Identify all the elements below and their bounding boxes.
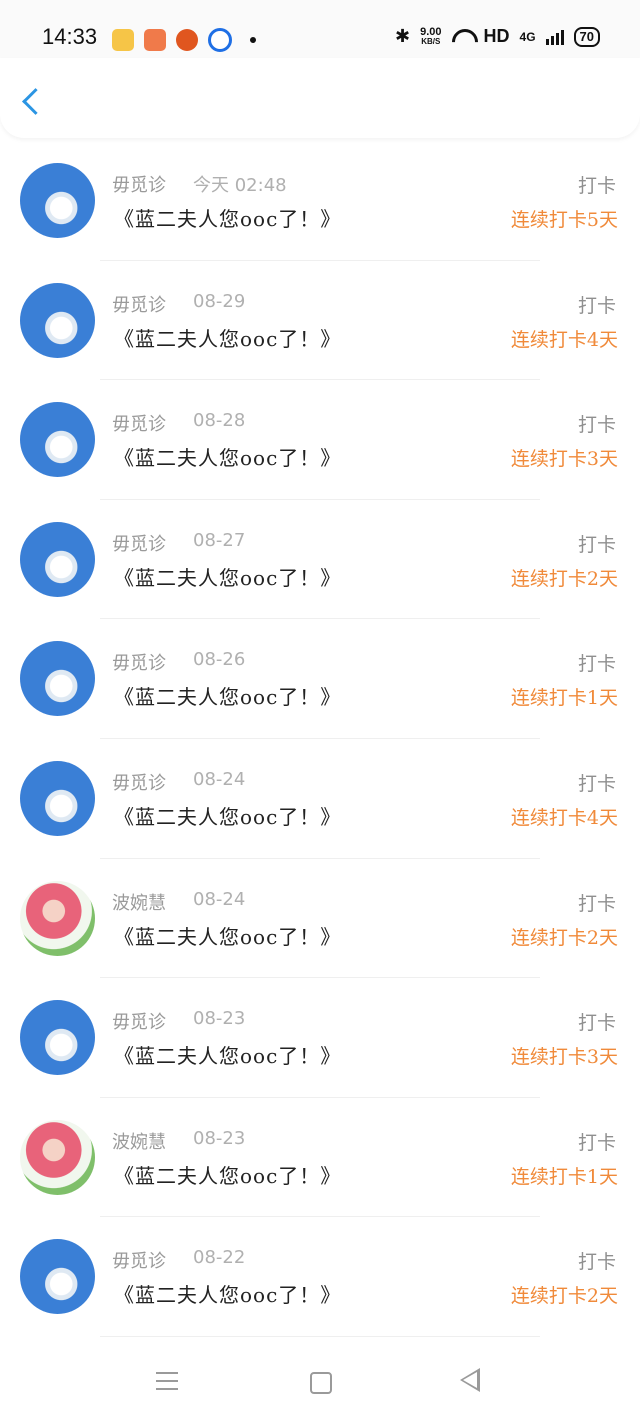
list-item[interactable]: 毋觅诊 08-29 《蓝二夫人您ooc了！》 打卡 连续打卡4天 [0, 261, 640, 381]
list-item[interactable]: 毋觅诊 08-23 《蓝二夫人您ooc了！》 打卡 连续打卡3天 [0, 978, 640, 1098]
back-icon[interactable] [22, 88, 49, 115]
streak-label: 连续打卡3天 [510, 448, 618, 471]
streak-label: 连续打卡2天 [510, 926, 618, 949]
qq-icon [208, 28, 232, 52]
username[interactable]: 毋觅诊 [112, 769, 166, 795]
list-item[interactable]: 毋觅诊 08-26 《蓝二夫人您ooc了！》 打卡 连续打卡1天 [0, 619, 640, 739]
post-date: 08-26 [193, 649, 246, 671]
avatar[interactable] [20, 760, 95, 836]
username[interactable]: 毋觅诊 [112, 530, 166, 556]
status-indicators: ✱ 9.00 KB/S HD 4G 70 [395, 26, 600, 47]
signal-type: 4G [519, 29, 536, 44]
avatar[interactable] [20, 1119, 95, 1195]
username[interactable]: 毋觅诊 [112, 649, 166, 675]
streak-label: 连续打卡1天 [510, 1165, 618, 1188]
list-item[interactable]: 毋觅诊 08-27 《蓝二夫人您ooc了！》 打卡 连续打卡2天 [0, 500, 640, 620]
post-date: 08-28 [193, 410, 246, 432]
checkin-label: 打卡 [577, 653, 616, 676]
more-notifications-dot-icon [250, 37, 256, 43]
post-date: 08-23 [193, 1127, 246, 1149]
book-title[interactable]: 《蓝二夫人您ooc了！》 [114, 1279, 341, 1308]
shopping-app-icon [144, 29, 166, 51]
network-speed-value: 9.00 [420, 25, 442, 38]
system-navigation-bar [0, 1340, 640, 1422]
list-item[interactable]: 毋觅诊 08-22 《蓝二夫人您ooc了！》 打卡 连续打卡2天 [0, 1217, 640, 1337]
book-title[interactable]: 《蓝二夫人您ooc了！》 [114, 801, 341, 830]
book-title[interactable]: 《蓝二夫人您ooc了！》 [114, 1160, 341, 1189]
checkin-label: 打卡 [577, 1012, 616, 1035]
book-title[interactable]: 《蓝二夫人您ooc了！》 [114, 203, 341, 232]
book-title[interactable]: 《蓝二夫人您ooc了！》 [114, 1040, 341, 1069]
home-icon[interactable] [310, 1372, 332, 1394]
post-date: 08-29 [193, 290, 246, 312]
book-title[interactable]: 《蓝二夫人您ooc了！》 [114, 921, 341, 950]
post-date: 08-27 [193, 529, 246, 551]
pumpkin-icon [176, 29, 198, 51]
checkin-label: 打卡 [577, 892, 616, 915]
checkin-list: 毋觅诊 今天 02:48 《蓝二夫人您ooc了！》 打卡 连续打卡5天 毋觅诊 … [0, 141, 640, 1337]
post-date: 08-24 [193, 768, 246, 790]
post-date: 08-24 [193, 888, 246, 910]
hd-indicator: HD [483, 26, 510, 46]
status-time: 14:33 [42, 24, 98, 49]
checkin-label: 打卡 [577, 414, 616, 437]
top-header [0, 58, 640, 138]
book-title[interactable]: 《蓝二夫人您ooc了！》 [114, 562, 341, 591]
checkin-label: 打卡 [577, 294, 616, 317]
avatar[interactable] [20, 1239, 95, 1315]
bluetooth-icon: ✱ [395, 26, 411, 46]
list-item[interactable]: 毋觅诊 08-24 《蓝二夫人您ooc了！》 打卡 连续打卡4天 [0, 739, 640, 859]
list-item[interactable]: 毋觅诊 今天 02:48 《蓝二夫人您ooc了！》 打卡 连续打卡5天 [0, 141, 640, 261]
avatar[interactable] [20, 880, 95, 956]
book-title[interactable]: 《蓝二夫人您ooc了！》 [114, 681, 341, 710]
post-date: 今天 02:48 [193, 175, 287, 196]
streak-label: 连续打卡1天 [510, 687, 618, 710]
avatar[interactable] [20, 1000, 95, 1076]
book-title[interactable]: 《蓝二夫人您ooc了！》 [114, 442, 341, 471]
checkin-label: 打卡 [577, 533, 616, 556]
post-date: 08-23 [193, 1008, 246, 1030]
username[interactable]: 毋觅诊 [112, 291, 166, 317]
checkin-label: 打卡 [577, 1251, 616, 1274]
book-title[interactable]: 《蓝二夫人您ooc了！》 [114, 323, 341, 352]
network-speed: 9.00 KB/S [420, 25, 442, 47]
list-item[interactable]: 波婉慧 08-24 《蓝二夫人您ooc了！》 打卡 连续打卡2天 [0, 859, 640, 979]
avatar[interactable] [20, 521, 95, 597]
streak-label: 连续打卡3天 [510, 1046, 618, 1069]
checkin-label: 打卡 [577, 772, 616, 795]
username[interactable]: 毋觅诊 [112, 410, 166, 436]
back-nav-icon[interactable] [460, 1368, 480, 1392]
network-speed-unit: KB/S [421, 36, 441, 46]
recent-apps-icon[interactable] [156, 1372, 178, 1390]
avatar[interactable] [20, 641, 95, 717]
post-date: 08-22 [193, 1247, 246, 1269]
streak-label: 连续打卡4天 [510, 806, 618, 829]
streak-label: 连续打卡4天 [510, 328, 618, 351]
list-item[interactable]: 波婉慧 08-23 《蓝二夫人您ooc了！》 打卡 连续打卡1天 [0, 1098, 640, 1218]
streak-label: 连续打卡2天 [510, 1285, 618, 1308]
signal-bars-icon [545, 29, 564, 45]
weibo-icon [112, 29, 134, 51]
checkin-label: 打卡 [577, 1131, 616, 1154]
streak-label: 连续打卡2天 [510, 567, 618, 590]
username[interactable]: 毋觅诊 [112, 171, 166, 197]
list-item[interactable]: 毋觅诊 08-28 《蓝二夫人您ooc了！》 打卡 连续打卡3天 [0, 380, 640, 500]
battery-indicator: 70 [573, 26, 600, 47]
username[interactable]: 波婉慧 [112, 1128, 166, 1154]
divider [100, 1335, 540, 1337]
wifi-icon [452, 29, 474, 45]
streak-label: 连续打卡5天 [510, 209, 618, 231]
avatar[interactable] [20, 282, 95, 358]
notification-icons [112, 28, 256, 52]
username[interactable]: 波婉慧 [112, 889, 166, 915]
avatar[interactable] [20, 402, 95, 478]
checkin-label: 打卡 [577, 175, 616, 197]
username[interactable]: 毋觅诊 [112, 1247, 166, 1273]
avatar[interactable] [20, 163, 95, 238]
username[interactable]: 毋觅诊 [112, 1008, 166, 1034]
